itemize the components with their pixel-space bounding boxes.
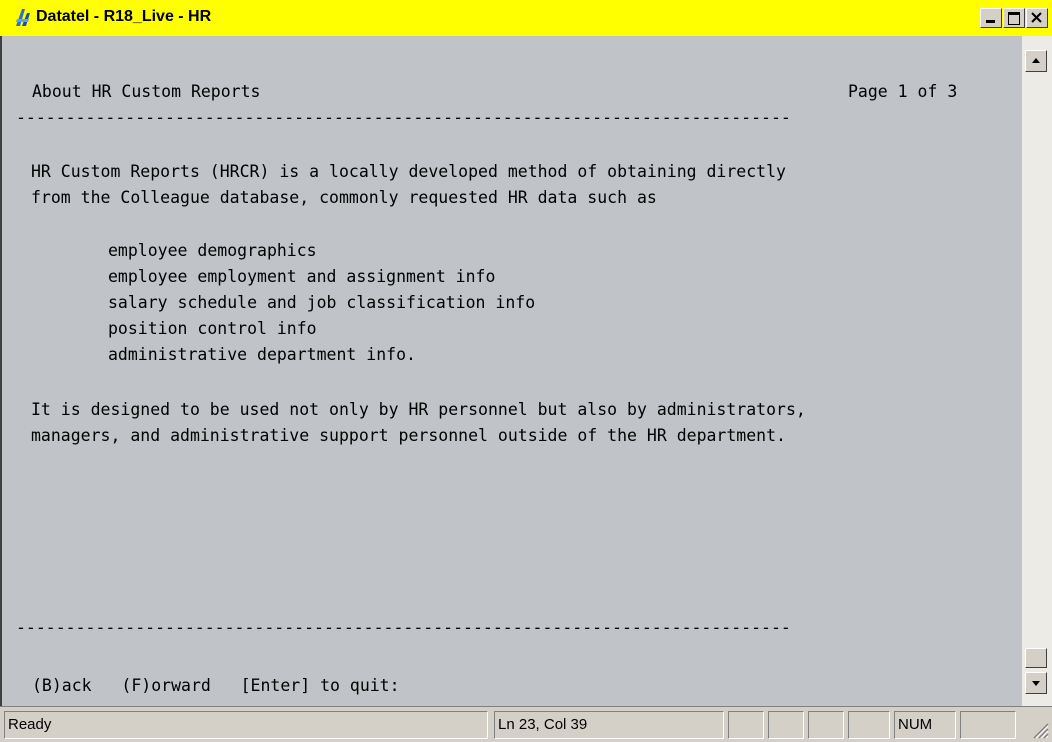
maximize-button[interactable] [1003, 8, 1025, 28]
intro-line-1: HR Custom Reports (HRCR) is a locally de… [31, 162, 786, 181]
list-item: administrative department info. [108, 345, 416, 364]
screen-title: About HR Custom Reports [32, 82, 261, 101]
separator-bottom: ----------------------------------------… [16, 618, 791, 637]
title-bar[interactable]: Datatel - R18_Live - HR [0, 0, 1052, 36]
scroll-thumb[interactable] [1025, 648, 1047, 668]
status-bar: Ready Ln 23, Col 39 NUM [0, 706, 1052, 742]
status-text: Ready [4, 711, 488, 739]
status-panel-empty-5 [960, 711, 1016, 739]
design-line-2: managers, and administrative support per… [31, 426, 786, 445]
separator-top: ----------------------------------------… [16, 108, 791, 127]
arrow-down-icon [1032, 681, 1040, 686]
status-panel-empty-4 [848, 711, 890, 739]
terminal-screen[interactable]: About HR Custom Reports Page 1 of 3 ----… [0, 36, 1022, 706]
status-panel-empty-2 [768, 711, 804, 739]
datatel-icon [16, 9, 30, 26]
scroll-up-button[interactable] [1025, 50, 1047, 72]
minimize-button[interactable] [980, 8, 1002, 28]
list-item: salary schedule and job classification i… [108, 293, 536, 312]
status-panel-empty-1 [728, 711, 764, 739]
scroll-down-button[interactable] [1025, 672, 1047, 694]
arrow-up-icon [1032, 58, 1040, 63]
window-title: Datatel - R18_Live - HR [36, 8, 212, 25]
list-item: position control info [108, 319, 317, 338]
command-prompt[interactable]: (B)ack (F)orward [Enter] to quit: [32, 676, 400, 696]
list-item: employee employment and assignment info [108, 267, 496, 286]
close-icon [1031, 12, 1042, 23]
status-panel-empty-3 [808, 711, 844, 739]
vertical-scrollbar[interactable] [1022, 36, 1052, 706]
close-button[interactable] [1026, 8, 1048, 28]
list-item: employee demographics [108, 241, 317, 260]
page-indicator: Page 1 of 3 [848, 82, 958, 101]
cursor-position: Ln 23, Col 39 [494, 711, 724, 739]
maximize-icon [1008, 12, 1020, 25]
design-line-1: It is designed to be used not only by HR… [31, 400, 806, 419]
intro-line-2: from the Colleague database, commonly re… [31, 188, 657, 207]
resize-grip-icon[interactable] [1030, 720, 1050, 740]
num-lock-indicator: NUM [894, 711, 956, 739]
minimize-icon [986, 20, 995, 23]
